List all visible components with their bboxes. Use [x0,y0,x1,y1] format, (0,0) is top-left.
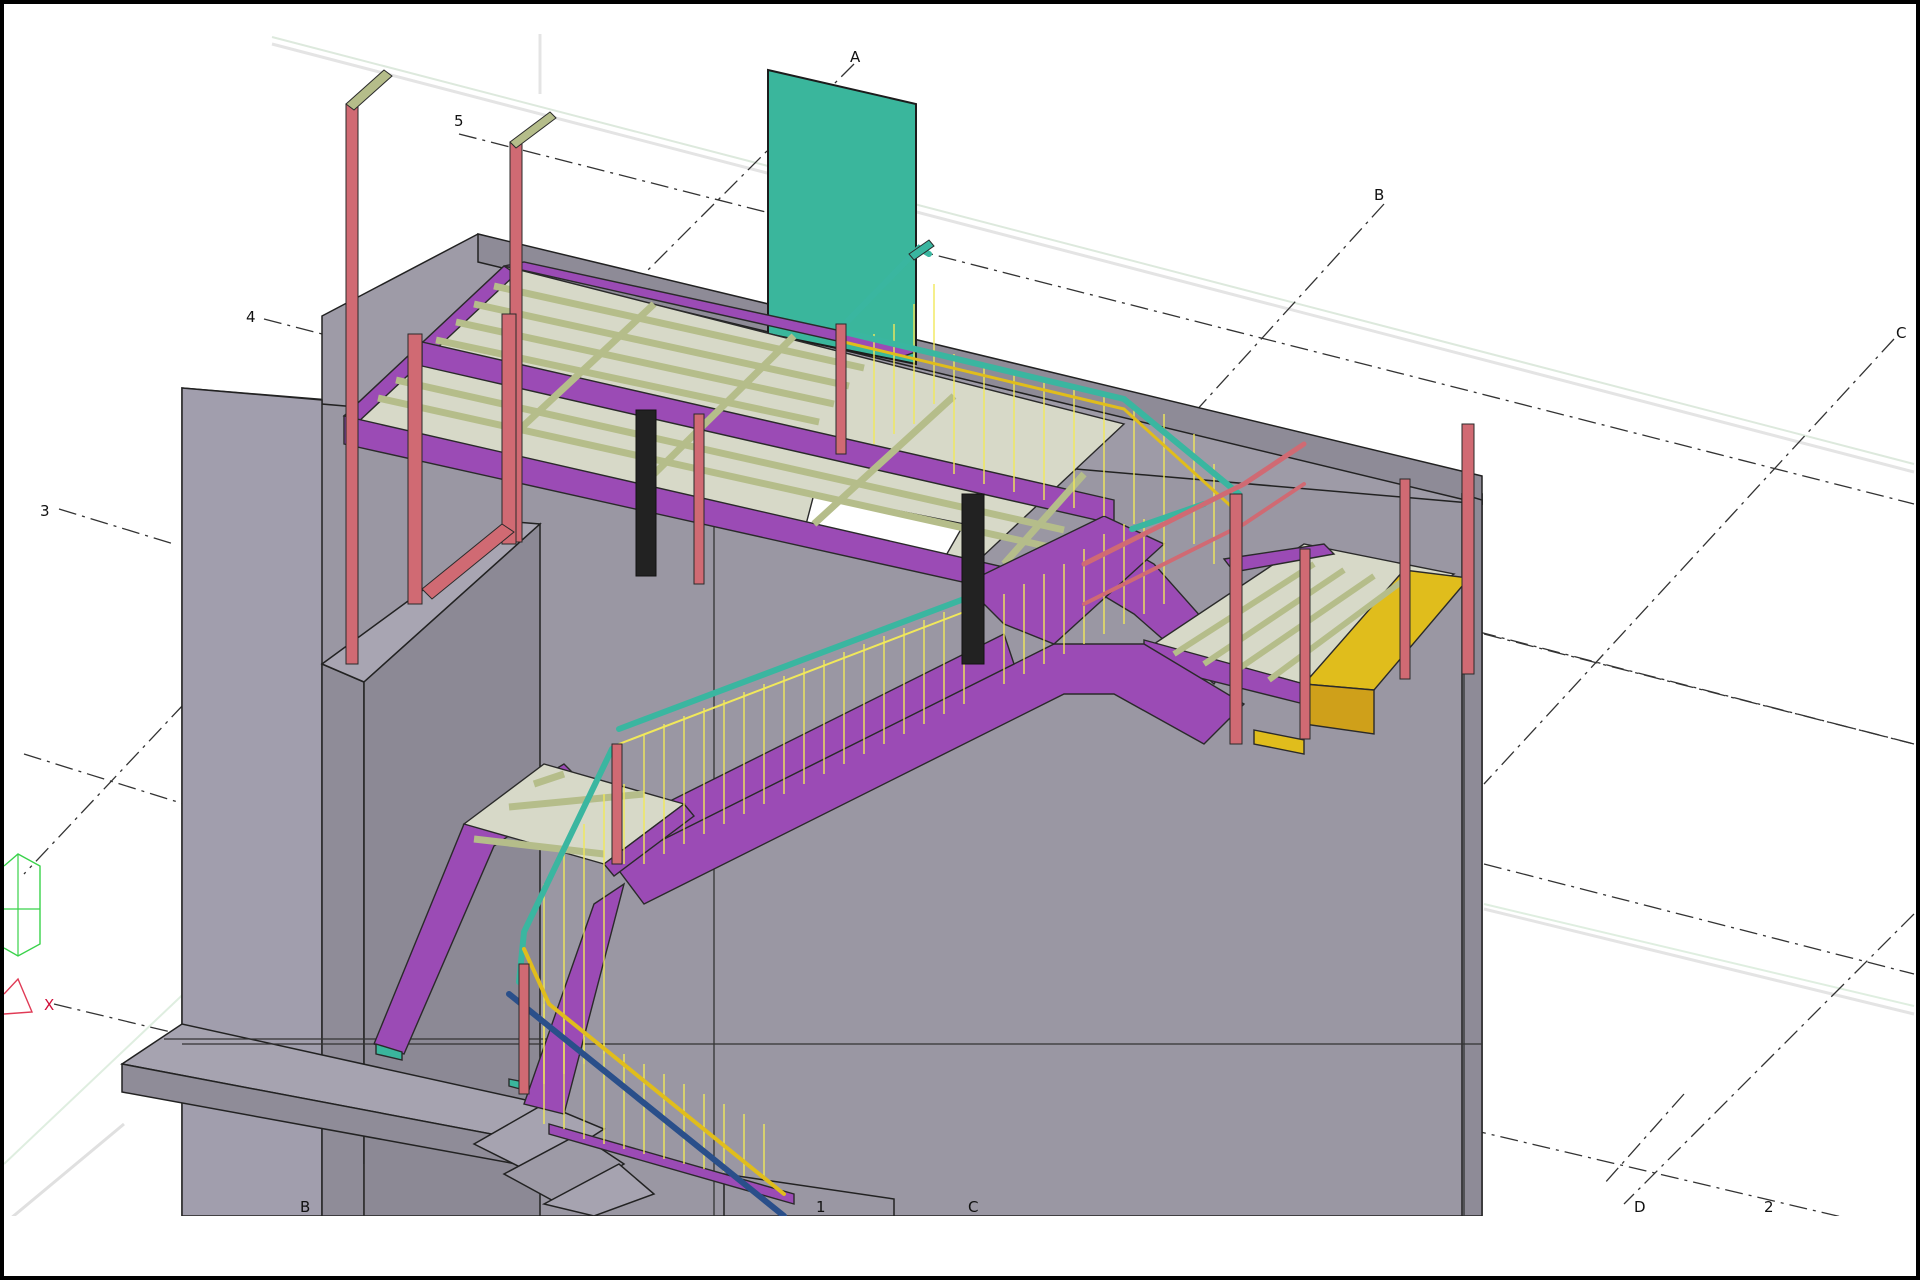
grid-label-4: 4 [246,308,256,326]
post-cap-2 [509,111,557,149]
model-scene[interactable]: A B C 5 4 3 B 1 C D 2 X [4,4,1916,1276]
rail-post-1 [835,323,847,455]
grid-label-a: A [850,48,861,66]
column-left [635,409,657,577]
grid-label-1-bottom: 1 [816,1198,826,1216]
lower-post-2 [611,743,623,865]
mid-post [693,413,705,585]
axis-gizmo [4,853,41,1015]
rail-post-3 [1299,548,1311,740]
tall-post-1 [345,103,359,665]
lower-post-1 [518,963,530,1095]
frame-post-right [501,313,517,545]
rail-post-5 [1461,423,1475,675]
rail-post-2 [1229,493,1243,745]
axis-label-x: X [44,996,54,1014]
grid-label-2-bottom: 2 [1764,1198,1774,1216]
grid-label-b-bottom: B [300,1198,310,1216]
frame-post-left [407,333,423,605]
column-right [961,493,985,665]
viewport-bottom-band [4,1216,1916,1276]
grid-label-5: 5 [454,112,464,130]
3d-model-viewport[interactable]: A B C 5 4 3 B 1 C D 2 X [4,4,1916,1276]
grid-label-c-top: C [1896,324,1906,342]
rail-post-4 [1399,478,1411,680]
grid-label-c-bottom: C [968,1198,978,1216]
grid-label-b-top: B [1374,186,1384,204]
post-cap-1 [345,69,393,111]
grid-label-d-bottom: D [1634,1198,1646,1216]
grid-label-3: 3 [40,502,50,520]
